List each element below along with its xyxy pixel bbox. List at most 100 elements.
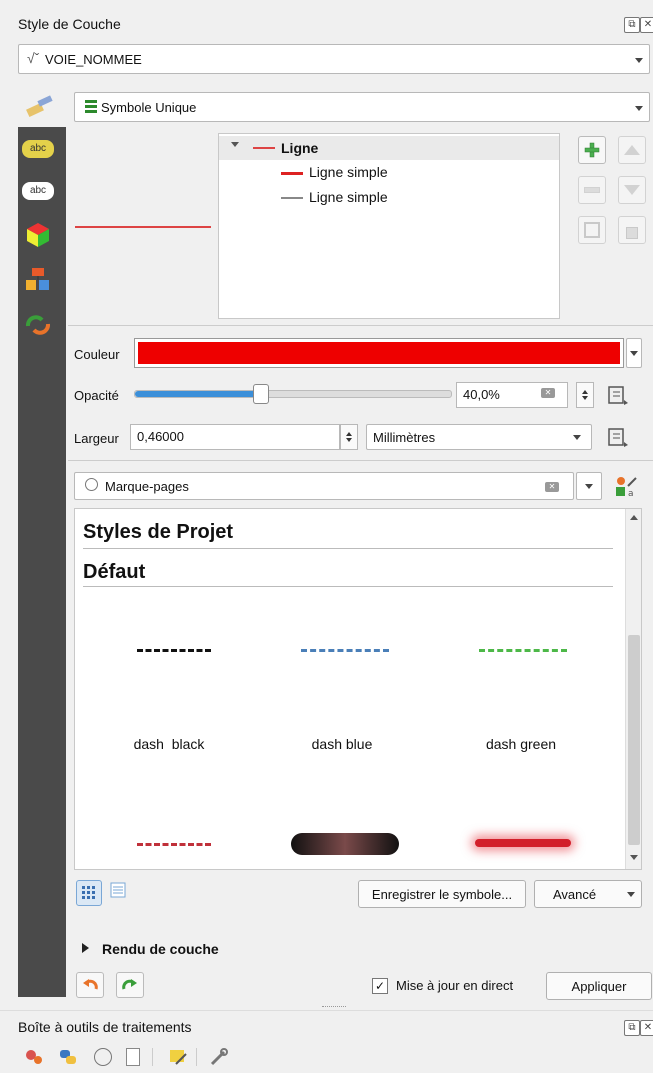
line-swatch-icon — [281, 172, 303, 175]
text-label-icon[interactable]: abc — [22, 182, 54, 200]
scroll-up-arrow-icon[interactable] — [630, 515, 638, 520]
lock-icon — [626, 227, 638, 239]
chevron-down-icon — [627, 892, 635, 897]
search-box[interactable]: Marque-pages ✕ — [74, 472, 574, 500]
icon-view-button[interactable] — [76, 880, 102, 906]
duplicate-layer-button[interactable] — [578, 216, 606, 244]
opacity-value: 40,0% — [463, 387, 500, 402]
undo-icon — [83, 979, 98, 990]
history-clock-icon[interactable] — [94, 1048, 112, 1066]
width-value: 0,46000 — [137, 429, 184, 444]
width-input[interactable]: 0,46000 — [130, 424, 340, 450]
live-update-checkbox[interactable]: ✓ — [372, 978, 388, 994]
clear-icon[interactable]: ✕ — [541, 388, 555, 398]
redo-icon — [122, 979, 137, 990]
tree-layer-label[interactable]: Ligne simple — [309, 189, 388, 205]
chevron-down-icon — [630, 351, 638, 356]
plus-icon — [584, 142, 600, 158]
tree-layer-label[interactable]: Ligne simple — [309, 164, 388, 180]
toolbox-toolbar — [24, 1046, 244, 1068]
live-update-label[interactable]: Mise à jour en direct — [396, 978, 513, 993]
unit-value: Millimètres — [373, 430, 436, 445]
color-label: Couleur — [74, 347, 120, 362]
wrench-icon[interactable] — [208, 1048, 228, 1066]
layer-select[interactable]: √ˇ VOIE_NOMMEE — [18, 44, 650, 74]
line-layer-icon: √ˇ — [27, 50, 40, 66]
color-button[interactable] — [134, 338, 624, 368]
line-swatch-icon — [253, 147, 275, 149]
move-up-button[interactable] — [618, 136, 646, 164]
lock-layer-button[interactable] — [618, 216, 646, 244]
arrow-up-icon — [624, 145, 640, 155]
expand-arrow-icon[interactable] — [231, 142, 239, 147]
close-icon[interactable]: ✕ — [640, 1020, 653, 1036]
width-spinner[interactable] — [340, 424, 358, 450]
3d-cube-icon[interactable] — [26, 222, 50, 248]
search-input[interactable]: Marque-pages — [105, 479, 189, 494]
save-symbol-button[interactable]: Enregistrer le symbole... — [358, 880, 526, 908]
symbol-preview-red-glow[interactable] — [475, 839, 571, 847]
clear-icon[interactable]: ✕ — [545, 482, 559, 492]
symbol-label[interactable]: dash black — [94, 736, 244, 752]
python-icon[interactable] — [58, 1048, 78, 1066]
results-icon[interactable] — [126, 1048, 140, 1066]
gears-icon[interactable] — [24, 1048, 44, 1066]
color-dropdown-button[interactable] — [626, 338, 642, 368]
scrollbar-thumb[interactable] — [628, 635, 640, 845]
move-down-button[interactable] — [618, 176, 646, 204]
grid-icon — [82, 886, 95, 899]
symbol-preview-dash-red[interactable] — [137, 843, 211, 846]
symbol-preview-dash-black[interactable] — [137, 649, 211, 652]
tree-root-label[interactable]: Ligne — [281, 140, 318, 156]
symbol-preview-dash-blue[interactable] — [301, 649, 389, 652]
unit-select[interactable]: Millimètres — [366, 424, 592, 450]
divider — [196, 1048, 197, 1066]
renderer-select[interactable]: Symbole Unique — [74, 92, 650, 122]
float-icon[interactable]: ⧉ — [624, 17, 640, 33]
paintbrush-icon — [24, 92, 54, 118]
line-swatch-icon — [281, 197, 303, 199]
opacity-slider-fill — [135, 391, 262, 397]
expand-arrow-icon[interactable] — [82, 943, 89, 953]
advanced-label: Avancé — [553, 886, 597, 902]
symbol-preview-dark-capsule[interactable] — [291, 833, 399, 855]
history-icon[interactable] — [24, 312, 52, 338]
symbol-layer-tree: Ligne Ligne simple Ligne simple — [218, 133, 560, 319]
diagram-icon[interactable] — [24, 266, 52, 292]
layer-name: VOIE_NOMMEE — [45, 52, 142, 67]
symbol-label[interactable]: dash green — [446, 736, 596, 752]
render-section-title[interactable]: Rendu de couche — [102, 941, 219, 957]
data-defined-override-icon[interactable] — [606, 426, 628, 448]
edit-icon[interactable] — [168, 1048, 188, 1066]
add-layer-button[interactable] — [578, 136, 606, 164]
scrollbar[interactable] — [625, 509, 641, 869]
redo-button[interactable] — [116, 972, 144, 998]
data-defined-override-icon[interactable] — [606, 384, 628, 406]
scroll-down-arrow-icon[interactable] — [630, 855, 638, 860]
opacity-label: Opacité — [74, 388, 119, 403]
advanced-button[interactable]: Avancé — [534, 880, 642, 908]
style-manager-icon[interactable]: a — [614, 474, 638, 499]
list-view-button[interactable] — [110, 882, 132, 904]
label-icon[interactable]: abc — [22, 140, 54, 158]
apply-button[interactable]: Appliquer — [546, 972, 652, 1000]
symbol-library: Styles de Projet Défaut dash black dash … — [74, 508, 642, 870]
color-swatch — [138, 342, 620, 364]
undo-button[interactable] — [76, 972, 104, 998]
arrow-down-icon — [624, 185, 640, 195]
symbol-preview-dash-green[interactable] — [479, 649, 567, 652]
float-icon[interactable]: ⧉ — [624, 1020, 640, 1036]
panel-title: Style de Couche — [18, 16, 121, 32]
opacity-spinner[interactable] — [576, 382, 594, 408]
search-dropdown-button[interactable] — [576, 472, 602, 500]
splitter-handle[interactable] — [322, 1006, 346, 1008]
close-icon[interactable]: ✕ — [640, 17, 653, 33]
opacity-slider-handle[interactable] — [253, 384, 270, 404]
opacity-slider-track[interactable] — [134, 390, 452, 398]
chevron-down-icon — [635, 58, 643, 63]
single-symbol-icon — [85, 100, 97, 114]
renderer-name: Symbole Unique — [101, 100, 197, 115]
remove-layer-button[interactable] — [578, 176, 606, 204]
divider — [0, 1010, 653, 1011]
symbol-label[interactable]: dash blue — [267, 736, 417, 752]
